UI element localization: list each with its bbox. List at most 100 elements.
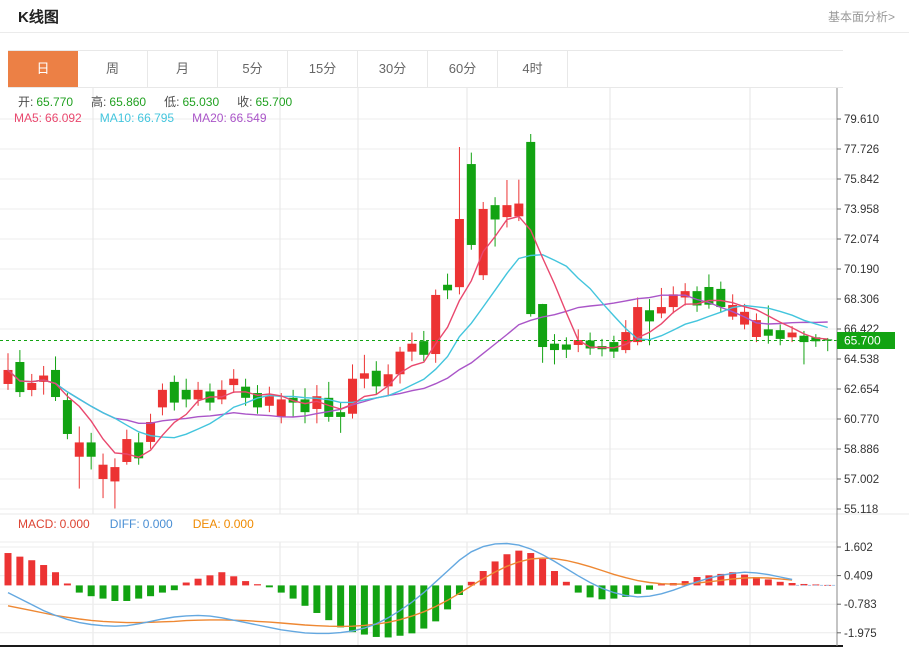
macd-bar (159, 585, 166, 592)
tab-hour4[interactable]: 4时 (498, 51, 568, 87)
y-axis-label: 0.409 (844, 571, 873, 583)
candle-body (110, 467, 119, 481)
candle-body (27, 383, 36, 390)
macd-bar (76, 585, 83, 592)
macd-bar (741, 575, 748, 586)
macd-bar (100, 585, 107, 598)
tab-week[interactable]: 周 (78, 51, 148, 87)
y-axis-label: 77.726 (844, 144, 879, 156)
y-axis-label: 64.538 (844, 354, 879, 366)
y-axis-label: 58.886 (844, 444, 879, 456)
macd-legend: MACD:0.000DIFF:0.000DEA:0.000 (18, 517, 254, 531)
candle-body (75, 442, 84, 456)
period-tabbar: 日周月5分15分30分60分4时 (8, 50, 843, 88)
candle-body (360, 373, 369, 378)
macd-bar (349, 585, 356, 632)
candle-body (788, 333, 797, 338)
y-axis-label: -1.975 (844, 628, 877, 640)
candle-body (776, 330, 785, 339)
y-axis-label: 75.842 (844, 174, 879, 186)
macd-bar (230, 576, 237, 585)
candle-body (764, 329, 773, 335)
candle-body (301, 399, 310, 412)
y-axis-label: 1.602 (844, 542, 873, 554)
macd-bar (337, 585, 344, 627)
macd-bar (444, 585, 451, 609)
tab-month[interactable]: 月 (148, 51, 218, 87)
macd-bar (64, 583, 71, 585)
candle-body (182, 390, 191, 400)
macd-bar (325, 585, 332, 620)
candle-body (336, 412, 345, 417)
macd-bar (206, 575, 213, 585)
candle-body (99, 465, 108, 479)
macd-bar (646, 585, 653, 589)
macd-bar (789, 583, 796, 585)
tab-day[interactable]: 日 (8, 51, 78, 87)
macd-bar (183, 583, 190, 586)
macd-bar (563, 582, 570, 586)
legend-item: 高:65.860 (91, 93, 146, 110)
legend-item: 收:65.700 (237, 93, 292, 110)
ohlc-legend: 开:65.770高:65.860低:65.030收:65.700 (18, 93, 292, 110)
candle-body (194, 390, 203, 400)
macd-bar (313, 585, 320, 613)
macd-bar (587, 585, 594, 597)
candle-body (669, 294, 678, 307)
candle-body (87, 442, 96, 456)
candle-body (645, 310, 654, 321)
macd-bar (40, 565, 47, 585)
macd-bar (634, 585, 641, 593)
tab-min5[interactable]: 5分 (218, 51, 288, 87)
candle-body (277, 399, 286, 417)
macd-bar (135, 585, 142, 598)
macd-bar (254, 584, 261, 585)
macd-bar (432, 585, 439, 621)
macd-bar (52, 572, 59, 585)
candle-body (467, 164, 476, 245)
macd-bar (503, 554, 510, 585)
legend-item: MA5:66.092 (14, 111, 82, 125)
macd-bar (705, 575, 712, 585)
macd-bar (5, 553, 12, 585)
macd-bar (575, 585, 582, 592)
candle-body (15, 362, 24, 392)
candle-body (63, 400, 72, 434)
macd-bar (385, 585, 392, 637)
candle-body (229, 379, 238, 385)
kline-chart: 79.61077.72675.84273.95872.07470.19068.3… (0, 88, 909, 648)
page-header: K线图 基本面分析> (0, 0, 909, 33)
y-axis-label: 60.770 (844, 414, 879, 426)
tab-min15[interactable]: 15分 (288, 51, 358, 87)
macd-bar (266, 585, 273, 587)
candle-body (384, 374, 393, 386)
macd-bar (515, 551, 522, 586)
candle-body (716, 289, 725, 307)
candle-body (514, 204, 523, 217)
candle-body (372, 371, 381, 387)
macd-bar (242, 581, 249, 585)
candle-body (799, 336, 808, 342)
macd-bar (408, 585, 415, 633)
tab-min30[interactable]: 30分 (358, 51, 428, 87)
candle-body (170, 382, 179, 403)
tab-min60[interactable]: 60分 (428, 51, 498, 87)
macd-bar (16, 557, 23, 586)
candle-body (491, 205, 500, 219)
candle-body (217, 390, 226, 400)
candle-body (122, 439, 131, 462)
candle-body (158, 390, 167, 408)
chart-area: 79.61077.72675.84273.95872.07470.19068.3… (0, 88, 909, 648)
legend-item: MA20:66.549 (192, 111, 266, 125)
fundamental-analysis-link[interactable]: 基本面分析> (828, 8, 895, 25)
y-axis-label: 68.306 (844, 294, 879, 306)
macd-bar (88, 585, 95, 596)
y-axis-label: 57.002 (844, 474, 879, 486)
candle-body (657, 307, 666, 313)
macd-bar (777, 582, 784, 586)
macd-bar (373, 585, 380, 637)
macd-bar (302, 585, 309, 605)
macd-bar (195, 579, 202, 586)
macd-bar (278, 585, 285, 592)
macd-bar (171, 585, 178, 590)
